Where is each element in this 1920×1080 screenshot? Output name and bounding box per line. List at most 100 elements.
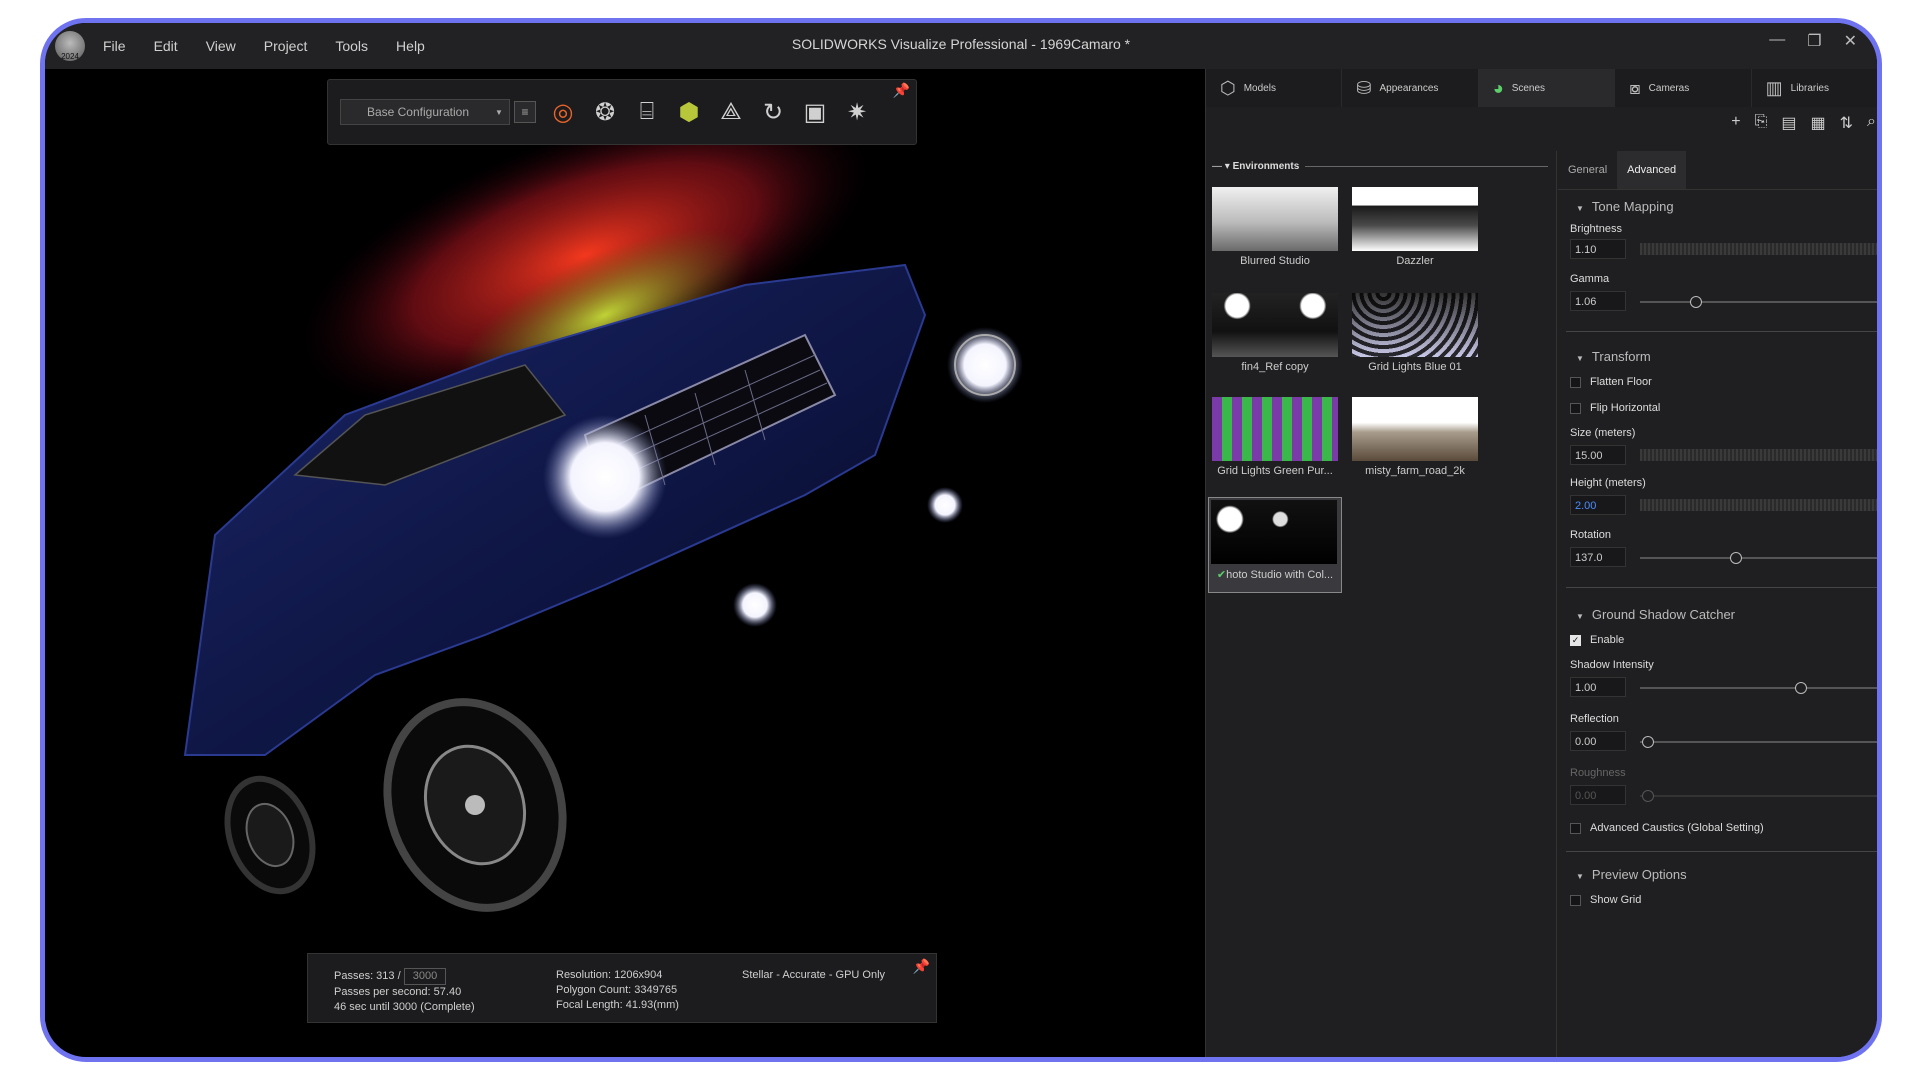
- add-icon[interactable]: +: [1731, 113, 1740, 133]
- render-viewport[interactable]: Base Configuration ▼ ≡ ◎ ❂ ⌸ ⬢ ⟁ ↻ ▣ ✷ 📌…: [45, 69, 1205, 1023]
- search-icon[interactable]: ⌕: [1867, 113, 1876, 133]
- render-image[interactable]: [45, 115, 1205, 1023]
- section-tone-mapping[interactable]: ▼ Tone Mapping: [1576, 199, 1674, 214]
- environment-thumbnail: [1352, 187, 1478, 251]
- slider-handle: [1642, 790, 1654, 802]
- magic-wand-icon[interactable]: ✷: [842, 97, 872, 127]
- reflection-input[interactable]: 0.00: [1570, 731, 1626, 751]
- tab-general[interactable]: General: [1558, 151, 1617, 189]
- height-slider[interactable]: [1640, 499, 1877, 511]
- list-menu-icon[interactable]: ≡: [514, 101, 536, 123]
- show-grid-checkbox[interactable]: [1570, 895, 1581, 906]
- environment-thumbnail: [1352, 293, 1478, 357]
- pin-icon[interactable]: 📌: [893, 82, 910, 99]
- shadow-intensity-input[interactable]: 1.00: [1570, 677, 1626, 697]
- environment-label: Grid Lights Blue 01: [1368, 361, 1462, 373]
- slider-handle[interactable]: [1690, 296, 1702, 308]
- sort-icon[interactable]: ⇅: [1840, 113, 1853, 133]
- divider: [1566, 587, 1877, 588]
- minimize-icon[interactable]: —: [1769, 31, 1785, 51]
- environment-item-fin4-ref-copy[interactable]: fin4_Ref copy: [1212, 293, 1338, 373]
- slider-handle[interactable]: [1642, 736, 1654, 748]
- environment-label: hoto Studio with Col...: [1226, 569, 1334, 581]
- import-icon[interactable]: ⎘: [1755, 113, 1768, 133]
- tab-scenes[interactable]: ◕ Scenes: [1478, 69, 1616, 107]
- tab-libraries[interactable]: ▥ Libraries: [1752, 69, 1877, 107]
- size-input[interactable]: 15.00: [1570, 445, 1626, 465]
- tab-advanced[interactable]: Advanced: [1617, 151, 1687, 189]
- perspective-icon[interactable]: ⟁: [716, 97, 746, 127]
- grid-view-icon[interactable]: ▦: [1811, 113, 1826, 133]
- tab-models[interactable]: ⬡ Models: [1206, 69, 1343, 107]
- turntable-icon[interactable]: ⌸: [632, 97, 662, 127]
- status-scene-info: Resolution: 1206x904 Polygon Count: 3349…: [556, 968, 679, 1013]
- environment-item-blurred-studio[interactable]: Blurred Studio: [1212, 187, 1338, 267]
- height-input[interactable]: 2.00: [1570, 495, 1626, 515]
- collapse-icon: — ▾: [1212, 161, 1233, 172]
- flatten-floor-checkbox[interactable]: [1570, 377, 1581, 388]
- enable-shadow-checkbox[interactable]: ✓: [1570, 635, 1581, 646]
- environment-thumbnail: [1212, 293, 1338, 357]
- chevron-down-icon: ▼: [495, 107, 503, 117]
- environment-item-photo-studio[interactable]: ✔hoto Studio with Col...: [1208, 497, 1342, 593]
- refresh-icon[interactable]: ↻: [758, 97, 788, 127]
- target-icon[interactable]: ◎: [548, 97, 578, 127]
- brain-icon[interactable]: ❂: [590, 97, 620, 127]
- cube-icon[interactable]: ⬢: [674, 97, 704, 127]
- palette-tabs: ⬡ Models ⛁ Appearances ◕ Scenes ⧇ Cameras ▥ L…: [1206, 69, 1877, 107]
- time-remaining: 46 sec until 3000 (Complete): [334, 1001, 475, 1013]
- section-title: Transform: [1591, 349, 1651, 364]
- menu-project[interactable]: Project: [264, 38, 308, 54]
- reflection-slider[interactable]: [1640, 736, 1877, 748]
- section-title: Ground Shadow Catcher: [1591, 607, 1736, 622]
- configuration-dropdown[interactable]: Base Configuration ▼: [340, 99, 510, 125]
- section-transform[interactable]: ▼ Transform: [1576, 349, 1651, 364]
- box-icon[interactable]: ▣: [800, 97, 830, 127]
- size-slider[interactable]: [1640, 449, 1877, 461]
- flip-horizontal-checkbox[interactable]: [1570, 403, 1581, 414]
- layout-icon[interactable]: ▤: [1781, 113, 1796, 133]
- restore-icon[interactable]: ❐: [1807, 31, 1821, 51]
- shadow-intensity-slider[interactable]: [1640, 682, 1877, 694]
- environment-item-grid-lights-blue[interactable]: Grid Lights Blue 01: [1352, 293, 1478, 373]
- section-preview-options[interactable]: ▼ Preview Options: [1576, 867, 1687, 882]
- advanced-caustics-checkbox[interactable]: [1570, 823, 1581, 834]
- close-icon[interactable]: ✕: [1844, 31, 1857, 51]
- rotation-label: Rotation: [1570, 529, 1611, 541]
- gamma-input[interactable]: 1.06: [1570, 291, 1626, 311]
- environments-header[interactable]: — ▾ Environments: [1212, 161, 1548, 172]
- menu-view[interactable]: View: [206, 38, 236, 54]
- environment-item-misty-farm-road[interactable]: misty_farm_road_2k: [1352, 397, 1478, 477]
- polygon-count: Polygon Count: 3349765: [556, 984, 678, 996]
- passes-max-input[interactable]: 3000: [403, 968, 447, 985]
- car-render-illustration: [183, 115, 1023, 912]
- rotation-input[interactable]: 137.0: [1570, 547, 1626, 567]
- brightness-slider[interactable]: [1640, 243, 1877, 255]
- collapse-icon: ▼: [1576, 204, 1584, 213]
- tab-appearances[interactable]: ⛁ Appearances: [1342, 69, 1479, 107]
- environment-label: misty_farm_road_2k: [1365, 465, 1465, 477]
- pin-icon[interactable]: 📌: [913, 958, 930, 975]
- libraries-icon: ▥: [1765, 77, 1783, 98]
- brightness-input[interactable]: 1.10: [1570, 239, 1626, 259]
- divider: [1566, 851, 1877, 852]
- tab-label: Scenes: [1511, 82, 1546, 94]
- menu-tools[interactable]: Tools: [335, 38, 368, 54]
- roughness-slider: [1640, 790, 1877, 802]
- menu-edit[interactable]: Edit: [154, 38, 178, 54]
- reflection-label: Reflection: [1570, 713, 1619, 725]
- size-label: Size (meters): [1570, 427, 1636, 439]
- section-title: Preview Options: [1591, 867, 1687, 882]
- section-ground-shadow[interactable]: ▼ Ground Shadow Catcher: [1576, 607, 1735, 622]
- environment-item-dazzler[interactable]: Dazzler: [1352, 187, 1478, 267]
- menu-file[interactable]: File: [103, 38, 126, 54]
- slider-handle[interactable]: [1795, 682, 1807, 694]
- gamma-slider[interactable]: [1640, 296, 1877, 308]
- menu-help[interactable]: Help: [396, 38, 425, 54]
- slider-handle[interactable]: [1730, 552, 1742, 564]
- environment-item-grid-lights-green[interactable]: Grid Lights Green Pur...: [1212, 397, 1338, 477]
- tab-cameras[interactable]: ⧇ Cameras: [1615, 69, 1752, 107]
- divider: [1566, 331, 1877, 332]
- rotation-slider[interactable]: [1640, 552, 1877, 564]
- tab-label: Libraries: [1790, 82, 1829, 94]
